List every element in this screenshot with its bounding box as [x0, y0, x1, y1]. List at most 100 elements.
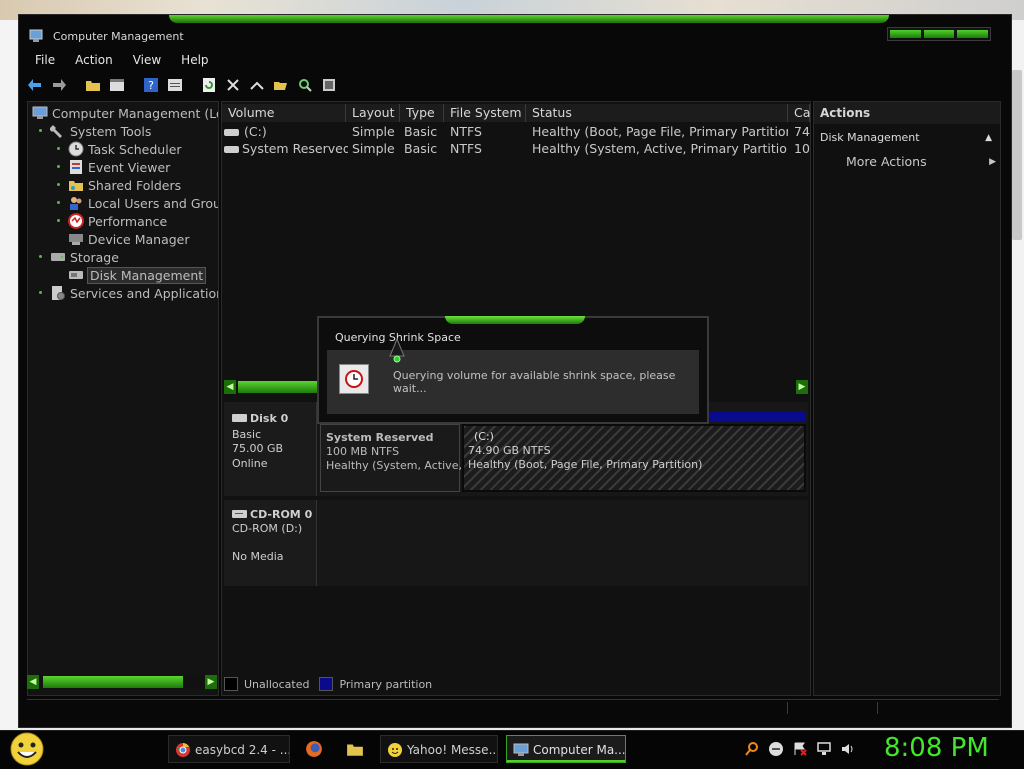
dialog-body: Querying volume for available shrink spa… — [327, 350, 699, 414]
settings-icon[interactable] — [319, 75, 339, 95]
more-actions-item[interactable]: More Actions ▶ — [846, 152, 996, 172]
minimize-button[interactable] — [890, 30, 921, 38]
tree-label: Performance — [88, 213, 168, 229]
volume-icon[interactable] — [840, 741, 856, 757]
tree-item-device-manager[interactable]: Device Manager — [68, 230, 190, 248]
collapse-up-icon[interactable]: ▲ — [985, 128, 992, 148]
tree-label: Device Manager — [88, 231, 190, 247]
scroll-left-button[interactable]: ◀ — [27, 675, 39, 689]
actions-header: Actions — [814, 102, 1000, 124]
back-arrow-icon[interactable] — [25, 75, 45, 95]
tree-item-local-users[interactable]: Local Users and Grou — [68, 194, 219, 212]
taskbar-item-computer-management[interactable]: Computer Ma... — [506, 735, 626, 763]
expand-dot[interactable] — [57, 165, 60, 168]
tree-item-performance[interactable]: Performance — [68, 212, 167, 230]
volume-capacity: 10 — [794, 141, 810, 156]
tree-horizontal-scrollbar[interactable]: ◀ ▶ — [27, 675, 217, 689]
volume-layout: Simple — [352, 124, 395, 139]
firefox-icon[interactable] — [305, 740, 323, 758]
expand-dot[interactable] — [57, 183, 60, 186]
scroll-right-button[interactable]: ▶ — [796, 380, 808, 394]
scroll-thumb[interactable] — [238, 381, 318, 393]
cdrom-media: No Media — [232, 550, 284, 563]
tree-item-shared-folders[interactable]: Shared Folders — [68, 176, 181, 194]
tree-label-selected: Disk Management — [86, 266, 207, 284]
search-icon[interactable] — [744, 741, 760, 757]
refresh-icon[interactable] — [199, 75, 219, 95]
taskbar-label: Yahoo! Messe... — [407, 743, 498, 757]
forward-arrow-icon[interactable] — [49, 75, 69, 95]
expand-dot[interactable] — [57, 147, 60, 150]
scroll-right-button[interactable]: ▶ — [205, 675, 217, 689]
cdrom-0-label[interactable]: CD-ROM 0 CD-ROM (D:) No Media — [224, 500, 317, 586]
close-button[interactable] — [957, 30, 989, 38]
volume-type: Basic — [404, 124, 438, 139]
event-viewer-icon — [70, 160, 82, 174]
expand-dot[interactable] — [39, 129, 42, 132]
folder-up-icon[interactable] — [83, 75, 103, 95]
window-title: Computer Management — [53, 30, 184, 43]
help-icon[interactable]: ? — [141, 75, 161, 95]
column-header-volume[interactable]: Volume — [222, 104, 346, 122]
column-header-capacity[interactable]: Ca — [788, 104, 810, 122]
search-icon[interactable] — [295, 75, 315, 95]
folder-icon[interactable] — [346, 740, 364, 758]
menu-view[interactable]: View — [123, 51, 171, 71]
querying-shrink-space-dialog[interactable]: Querying Shrink Space Querying volume fo… — [317, 316, 709, 424]
delete-icon[interactable] — [223, 75, 243, 95]
connect-icon[interactable] — [247, 75, 267, 95]
status-divider — [877, 702, 878, 714]
tree-item-computer-management[interactable]: Computer Management (Loc — [32, 104, 218, 122]
expand-dot[interactable] — [39, 291, 42, 294]
expand-dot[interactable] — [57, 219, 60, 222]
window-controls[interactable] — [887, 27, 991, 41]
disk-name: Disk 0 — [250, 412, 289, 425]
desktop-background-left — [0, 20, 20, 730]
properties-icon[interactable] — [165, 75, 185, 95]
network-icon[interactable] — [816, 741, 832, 757]
volume-fs: NTFS — [450, 141, 482, 156]
menu-action[interactable]: Action — [65, 51, 123, 71]
tools-icon — [50, 125, 62, 138]
disk-0-label[interactable]: Disk 0 Basic 75.00 GB Online — [224, 402, 317, 496]
volume-status: Healthy (System, Active, Primary Partiti… — [532, 141, 788, 156]
actions-section-disk-management[interactable]: Disk Management ▲ — [814, 128, 1000, 148]
tree-item-disk-management[interactable]: Disk Management — [68, 266, 207, 284]
partition-system-reserved[interactable]: System Reserved 100 MB NTFS Healthy (Sys… — [320, 424, 472, 492]
taskbar-item-yahoo-messenger[interactable]: Yahoo! Messe... — [380, 735, 498, 763]
scroll-thumb[interactable] — [43, 676, 183, 688]
column-header-file-system[interactable]: File System — [444, 104, 526, 122]
expand-dot[interactable] — [39, 255, 42, 258]
taskbar-item-easybcd[interactable]: easybcd 2.4 - ... — [168, 735, 290, 763]
tree-label: Local Users and Grou — [88, 195, 219, 211]
show-hide-console-tree-icon[interactable] — [107, 75, 127, 95]
taskbar-label: Computer Ma... — [533, 743, 626, 757]
tree-item-storage[interactable]: Storage — [50, 248, 119, 266]
column-header-layout[interactable]: Layout — [346, 104, 400, 122]
volume-name: System Reserved — [242, 141, 348, 156]
tree-item-services[interactable]: Services and Applications — [50, 284, 218, 302]
tree-label: Event Viewer — [88, 159, 171, 175]
tree-item-system-tools[interactable]: System Tools — [50, 122, 151, 140]
scroll-left-button[interactable]: ◀ — [224, 380, 236, 394]
actions-pane: Actions Disk Management ▲ More Actions ▶ — [813, 101, 1001, 696]
action-center-flag-icon[interactable] — [792, 741, 808, 757]
menu-file[interactable]: File — [25, 51, 65, 71]
expand-dot[interactable] — [57, 201, 60, 204]
column-header-type[interactable]: Type — [400, 104, 444, 122]
smiley-start-icon[interactable] — [8, 731, 46, 767]
clock[interactable]: 8:08 PM — [884, 733, 989, 763]
browser-scrollbar-thumb[interactable] — [1012, 70, 1022, 240]
tree-item-task-scheduler[interactable]: Task Scheduler — [68, 140, 182, 158]
partition-c-drive[interactable]: (C:) 74.90 GB NTFS Healthy (Boot, Page F… — [462, 424, 806, 492]
open-folder-icon[interactable] — [271, 75, 291, 95]
maximize-button[interactable] — [923, 30, 955, 38]
column-header-status[interactable]: Status — [526, 104, 788, 122]
console-tree[interactable]: Computer Management (Loc System Tools Ta… — [27, 101, 219, 696]
minus-circle-icon[interactable] — [768, 741, 784, 757]
cdrom-0-row[interactable]: CD-ROM 0 CD-ROM (D:) No Media — [224, 500, 808, 586]
disk-icon — [232, 414, 247, 422]
tree-item-event-viewer[interactable]: Event Viewer — [68, 158, 170, 176]
legend-swatch-primary — [319, 677, 334, 691]
menu-help[interactable]: Help — [171, 51, 218, 71]
